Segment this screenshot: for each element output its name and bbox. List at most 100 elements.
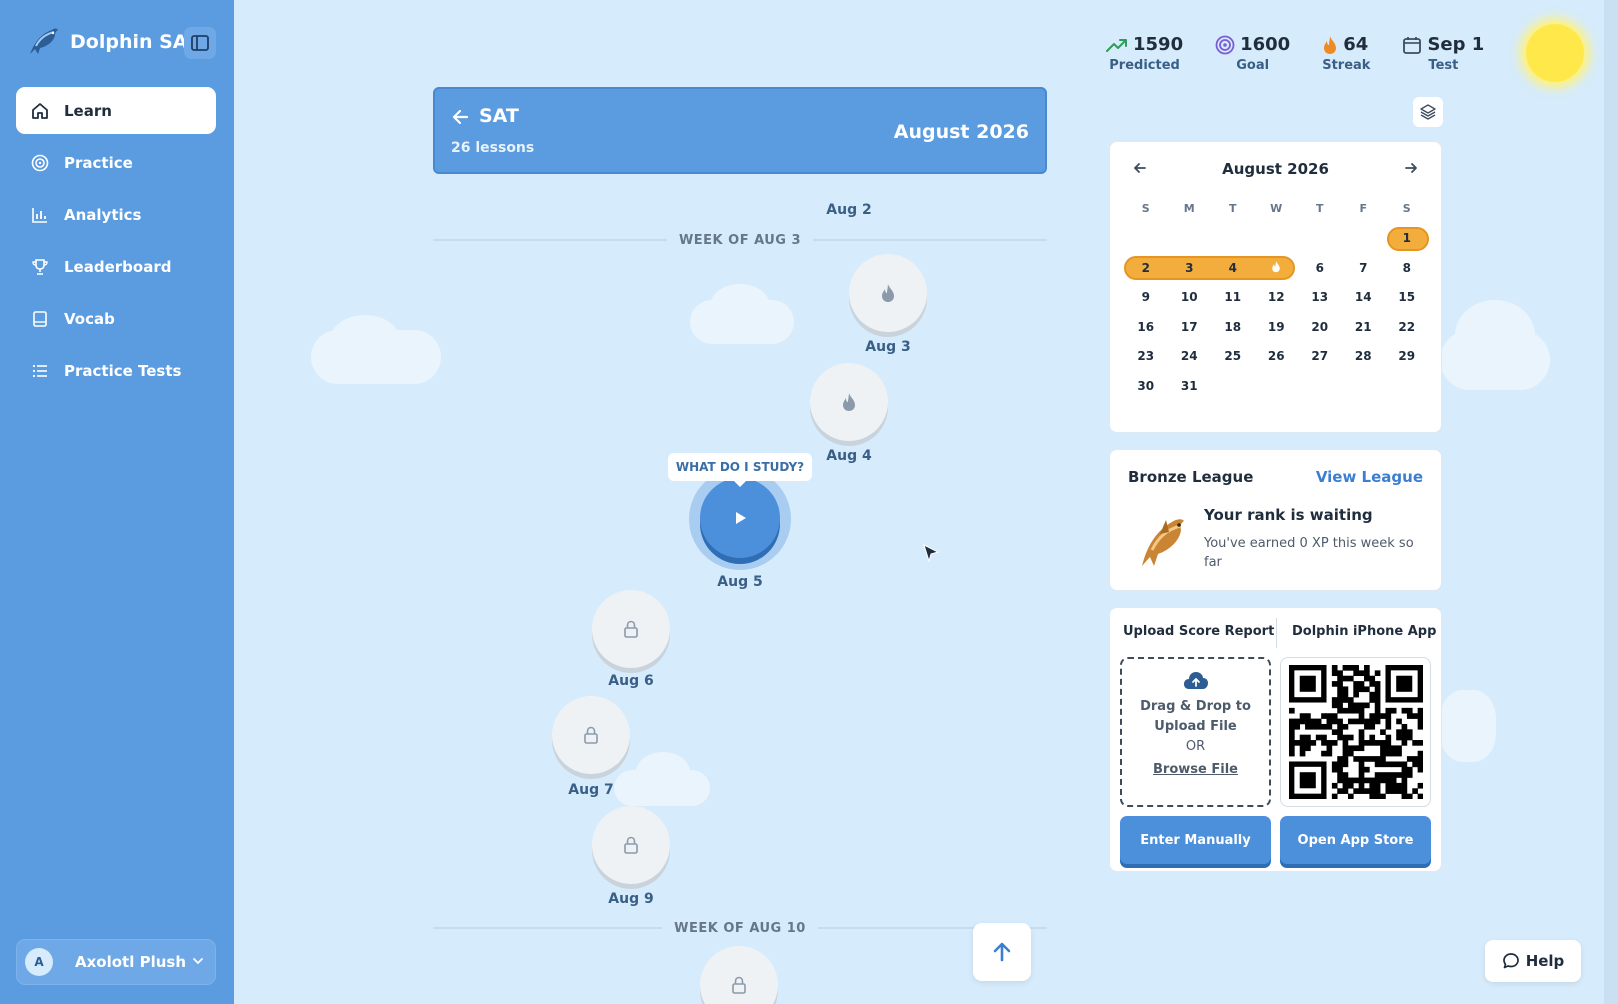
sidebar-item-label: Analytics bbox=[64, 205, 142, 224]
list-icon bbox=[30, 361, 50, 381]
bar-chart-icon bbox=[30, 205, 50, 225]
lesson-node-aug-3[interactable] bbox=[849, 254, 927, 332]
calendar-day[interactable]: 21 bbox=[1342, 320, 1386, 334]
calendar-day[interactable]: 3 bbox=[1168, 261, 1212, 275]
calendar-day[interactable]: 16 bbox=[1124, 320, 1168, 334]
file-dropzone[interactable]: Drag & Drop to Upload File OR Browse Fil… bbox=[1120, 657, 1271, 807]
lesson-node-aug-7[interactable] bbox=[552, 696, 630, 774]
calendar-day[interactable]: 26 bbox=[1255, 349, 1299, 363]
course-month: August 2026 bbox=[893, 121, 1029, 143]
dropzone-text: Drag & Drop to Upload File bbox=[1122, 697, 1269, 737]
qr-code-icon bbox=[1288, 665, 1423, 799]
calendar-day[interactable]: 6 bbox=[1298, 261, 1342, 275]
scroll-to-top-button[interactable] bbox=[973, 923, 1031, 981]
enter-manually-button[interactable]: Enter Manually bbox=[1120, 816, 1271, 864]
sidebar-item-label: Practice Tests bbox=[64, 361, 182, 380]
sidebar-toggle-button[interactable] bbox=[184, 27, 216, 59]
calendar-day[interactable]: 4 bbox=[1211, 261, 1255, 275]
stat-label: Goal bbox=[1236, 58, 1270, 73]
calendar-day[interactable]: 19 bbox=[1255, 320, 1299, 334]
sidebar-item-learn[interactable]: Learn bbox=[16, 87, 216, 134]
sidebar-item-analytics[interactable]: Analytics bbox=[16, 191, 216, 238]
sidebar-item-label: Practice bbox=[64, 153, 133, 172]
lesson-node-aug-5[interactable] bbox=[700, 478, 780, 558]
sidebar-toggle-icon bbox=[191, 35, 209, 51]
view-league-link[interactable]: View League bbox=[1316, 468, 1423, 486]
app-name: Dolphin SAT bbox=[70, 31, 199, 53]
study-tooltip[interactable]: WHAT DO I STUDY? bbox=[668, 453, 812, 487]
calendar-day[interactable]: 30 bbox=[1124, 379, 1168, 393]
upload-panel: Upload Score Report Dolphin iPhone App D… bbox=[1109, 607, 1442, 872]
league-panel: Bronze League View League Your rank is w… bbox=[1109, 449, 1442, 591]
calendar-day[interactable]: 11 bbox=[1211, 290, 1255, 304]
tab-upload-score-report[interactable]: Upload Score Report bbox=[1123, 624, 1274, 639]
lesson-node-aug-6[interactable] bbox=[592, 590, 670, 668]
stat-test-date[interactable]: Sep 1 Test bbox=[1402, 34, 1484, 73]
next-month-icon[interactable] bbox=[1403, 160, 1419, 176]
rank-subtitle: You've earned 0 XP this week so far bbox=[1204, 536, 1414, 570]
league-title: Bronze League bbox=[1128, 468, 1254, 486]
calendar-day[interactable]: 29 bbox=[1385, 349, 1429, 363]
play-icon bbox=[736, 512, 746, 524]
user-name: Axolotl Plush bbox=[75, 953, 186, 971]
calendar-day-today[interactable] bbox=[1255, 260, 1299, 276]
stat-streak[interactable]: 64 Streak bbox=[1322, 34, 1370, 73]
calendar-day[interactable]: 23 bbox=[1124, 349, 1168, 363]
calendar-day[interactable]: 20 bbox=[1298, 320, 1342, 334]
sidebar-item-leaderboard[interactable]: Leaderboard bbox=[16, 243, 216, 290]
calendar-day[interactable]: 10 bbox=[1168, 290, 1212, 304]
tab-divider bbox=[1276, 618, 1277, 648]
calendar-day[interactable]: 1 bbox=[1385, 231, 1429, 245]
tab-iphone-app[interactable]: Dolphin iPhone App bbox=[1292, 624, 1436, 639]
calendar-day[interactable]: 27 bbox=[1298, 349, 1342, 363]
lesson-count: 26 lessons bbox=[451, 140, 535, 156]
calendar-day[interactable]: 2 bbox=[1124, 261, 1168, 275]
layers-button[interactable] bbox=[1413, 97, 1443, 127]
help-button[interactable]: Help bbox=[1485, 940, 1581, 982]
calendar-day[interactable]: 12 bbox=[1255, 290, 1299, 304]
sidebar-item-practice-tests[interactable]: Practice Tests bbox=[16, 347, 216, 394]
dow-label: S bbox=[1402, 202, 1411, 216]
stat-label: Test bbox=[1428, 58, 1459, 73]
calendar-day[interactable]: 18 bbox=[1211, 320, 1255, 334]
calendar-day[interactable]: 8 bbox=[1385, 261, 1429, 275]
node-label: Aug 9 bbox=[608, 891, 654, 907]
stat-goal[interactable]: 1600 Goal bbox=[1215, 34, 1290, 73]
home-icon bbox=[30, 101, 50, 121]
calendar-day[interactable]: 31 bbox=[1168, 379, 1212, 393]
sidebar-item-vocab[interactable]: Vocab bbox=[16, 295, 216, 342]
dow-label: M bbox=[1183, 202, 1195, 216]
lesson-node-next[interactable] bbox=[700, 946, 778, 1004]
calendar-day[interactable]: 17 bbox=[1168, 320, 1212, 334]
mouse-cursor-icon bbox=[923, 544, 940, 563]
flame-icon bbox=[882, 284, 894, 302]
calendar-day[interactable]: 9 bbox=[1124, 290, 1168, 304]
calendar-day[interactable]: 22 bbox=[1385, 320, 1429, 334]
open-app-store-button[interactable]: Open App Store bbox=[1280, 816, 1431, 864]
dow-label: T bbox=[1228, 202, 1237, 216]
sidebar-item-practice[interactable]: Practice bbox=[16, 139, 216, 186]
brand[interactable]: Dolphin SAT bbox=[26, 24, 199, 60]
flame-icon bbox=[1272, 260, 1280, 272]
calendar-day[interactable]: 25 bbox=[1211, 349, 1255, 363]
chat-bubble-icon bbox=[1502, 953, 1519, 969]
scrollbar-track[interactable] bbox=[1604, 0, 1618, 1004]
dropzone-or: OR bbox=[1185, 739, 1206, 754]
calendar-day[interactable]: 13 bbox=[1298, 290, 1342, 304]
calendar-day[interactable]: 14 bbox=[1342, 290, 1386, 304]
lesson-node-aug-9[interactable] bbox=[592, 806, 670, 884]
dropzone-line-1: Drag & Drop to bbox=[1140, 699, 1251, 714]
lesson-node-aug-4[interactable] bbox=[810, 363, 888, 441]
browse-file-link[interactable]: Browse File bbox=[1122, 762, 1269, 777]
calendar-day[interactable]: 7 bbox=[1342, 261, 1386, 275]
dow-label: T bbox=[1315, 202, 1324, 216]
dow-label: F bbox=[1359, 202, 1367, 216]
calendar-day[interactable]: 28 bbox=[1342, 349, 1386, 363]
lock-icon bbox=[732, 976, 746, 994]
user-menu-button[interactable]: A Axolotl Plush bbox=[16, 939, 216, 985]
calendar-day[interactable]: 24 bbox=[1168, 349, 1212, 363]
stat-predicted[interactable]: 1590 Predicted bbox=[1106, 34, 1183, 73]
back-arrow-icon[interactable] bbox=[451, 107, 471, 127]
dropzone-line-2: Upload File bbox=[1154, 719, 1237, 734]
calendar-day[interactable]: 15 bbox=[1385, 290, 1429, 304]
